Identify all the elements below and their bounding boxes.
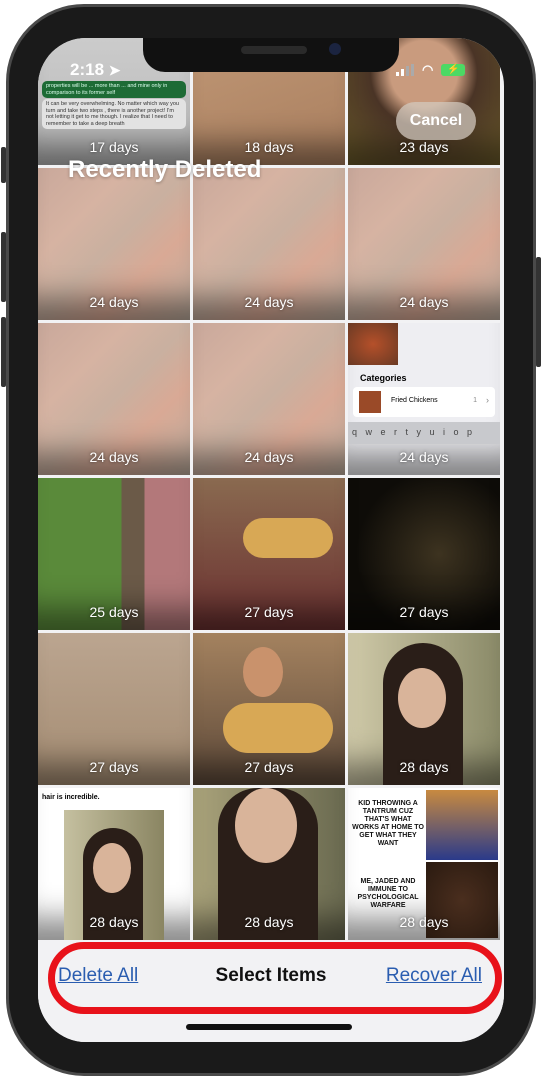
volume-up-button bbox=[1, 232, 6, 302]
days-remaining: 23 days bbox=[399, 139, 449, 155]
photo-thumbnail[interactable]: 27 days bbox=[193, 478, 345, 630]
days-remaining: 25 days bbox=[89, 604, 139, 620]
days-remaining: 24 days bbox=[399, 294, 449, 310]
days-remaining: 24 days bbox=[89, 449, 139, 465]
days-remaining: 18 days bbox=[244, 139, 294, 155]
power-button bbox=[536, 257, 541, 367]
photo-thumbnail[interactable]: 27 days bbox=[348, 478, 500, 630]
mute-switch bbox=[1, 147, 6, 183]
photo-thumbnail[interactable]: 24 days bbox=[38, 323, 190, 475]
photo-thumbnail[interactable]: 28 days bbox=[193, 788, 345, 940]
meme-bottom-text: ME, JADED AND IMMUNE TO PSYCHOLOGICAL WA… bbox=[357, 878, 419, 909]
days-remaining: 28 days bbox=[399, 914, 449, 930]
days-remaining: 28 days bbox=[399, 759, 449, 775]
photo-thumbnail[interactable]: 24 days bbox=[348, 168, 500, 320]
status-time: 2:18 ➤ bbox=[70, 60, 121, 79]
photo-thumbnail[interactable]: 28 days bbox=[348, 633, 500, 785]
cancel-button[interactable]: Cancel bbox=[396, 102, 476, 140]
category-name: Fried Chickens bbox=[391, 397, 438, 404]
wifi-icon: ◠ bbox=[422, 62, 434, 77]
notch bbox=[143, 38, 399, 72]
caption: hair is incredible. bbox=[42, 794, 100, 801]
days-remaining: 24 days bbox=[244, 449, 294, 465]
days-remaining: 27 days bbox=[399, 604, 449, 620]
page-title: Recently Deleted bbox=[68, 156, 262, 183]
location-arrow-icon: ➤ bbox=[108, 62, 121, 78]
battery-charging-icon: ⚡ bbox=[441, 64, 466, 76]
home-indicator[interactable] bbox=[186, 1024, 352, 1030]
photo-thumbnail[interactable]: Categories Fried Chickens 1 › q w e r t … bbox=[348, 323, 500, 475]
chat-bubble-sent: properties will be ... more than ... and… bbox=[42, 81, 186, 98]
category-count: 1 bbox=[473, 397, 477, 404]
photo-thumbnail[interactable]: 27 days bbox=[193, 633, 345, 785]
status-icons: ◠ ⚡ bbox=[396, 62, 466, 78]
photo-thumbnail[interactable]: 25 days bbox=[38, 478, 190, 630]
screen: properties will be ... more than ... and… bbox=[38, 38, 504, 1042]
chat-bubble-received: It can be very overwhelming. No matter w… bbox=[42, 99, 186, 129]
days-remaining: 17 days bbox=[89, 139, 139, 155]
days-remaining: 24 days bbox=[244, 294, 294, 310]
volume-down-button bbox=[1, 317, 6, 387]
meme-top-text: KID THROWING A TANTRUM CUZ THAT'S WHAT W… bbox=[352, 800, 424, 847]
days-remaining: 28 days bbox=[244, 914, 294, 930]
cellular-signal-icon bbox=[396, 64, 414, 76]
photo-thumbnail[interactable]: KID THROWING A TANTRUM CUZ THAT'S WHAT W… bbox=[348, 788, 500, 940]
photo-thumbnail[interactable]: 24 days bbox=[193, 323, 345, 475]
chevron-right-icon: › bbox=[486, 395, 489, 405]
photo-thumbnail[interactable]: 27 days bbox=[38, 633, 190, 785]
days-remaining: 27 days bbox=[89, 759, 139, 775]
days-remaining: 28 days bbox=[89, 914, 139, 930]
recover-all-button[interactable]: Recover All bbox=[386, 965, 482, 987]
days-remaining: 24 days bbox=[399, 449, 449, 465]
days-remaining: 27 days bbox=[244, 604, 294, 620]
photo-thumbnail[interactable]: 24 days bbox=[38, 168, 190, 320]
days-remaining: 27 days bbox=[244, 759, 294, 775]
photo-thumbnail[interactable]: hair is incredible. 28 days bbox=[38, 788, 190, 940]
photo-thumbnail[interactable]: 24 days bbox=[193, 168, 345, 320]
categories-heading: Categories bbox=[360, 373, 407, 383]
days-remaining: 24 days bbox=[89, 294, 139, 310]
bottom-toolbar: Delete All Select Items Recover All bbox=[38, 940, 504, 1042]
keyboard: q w e r t y u i o p bbox=[348, 422, 500, 444]
